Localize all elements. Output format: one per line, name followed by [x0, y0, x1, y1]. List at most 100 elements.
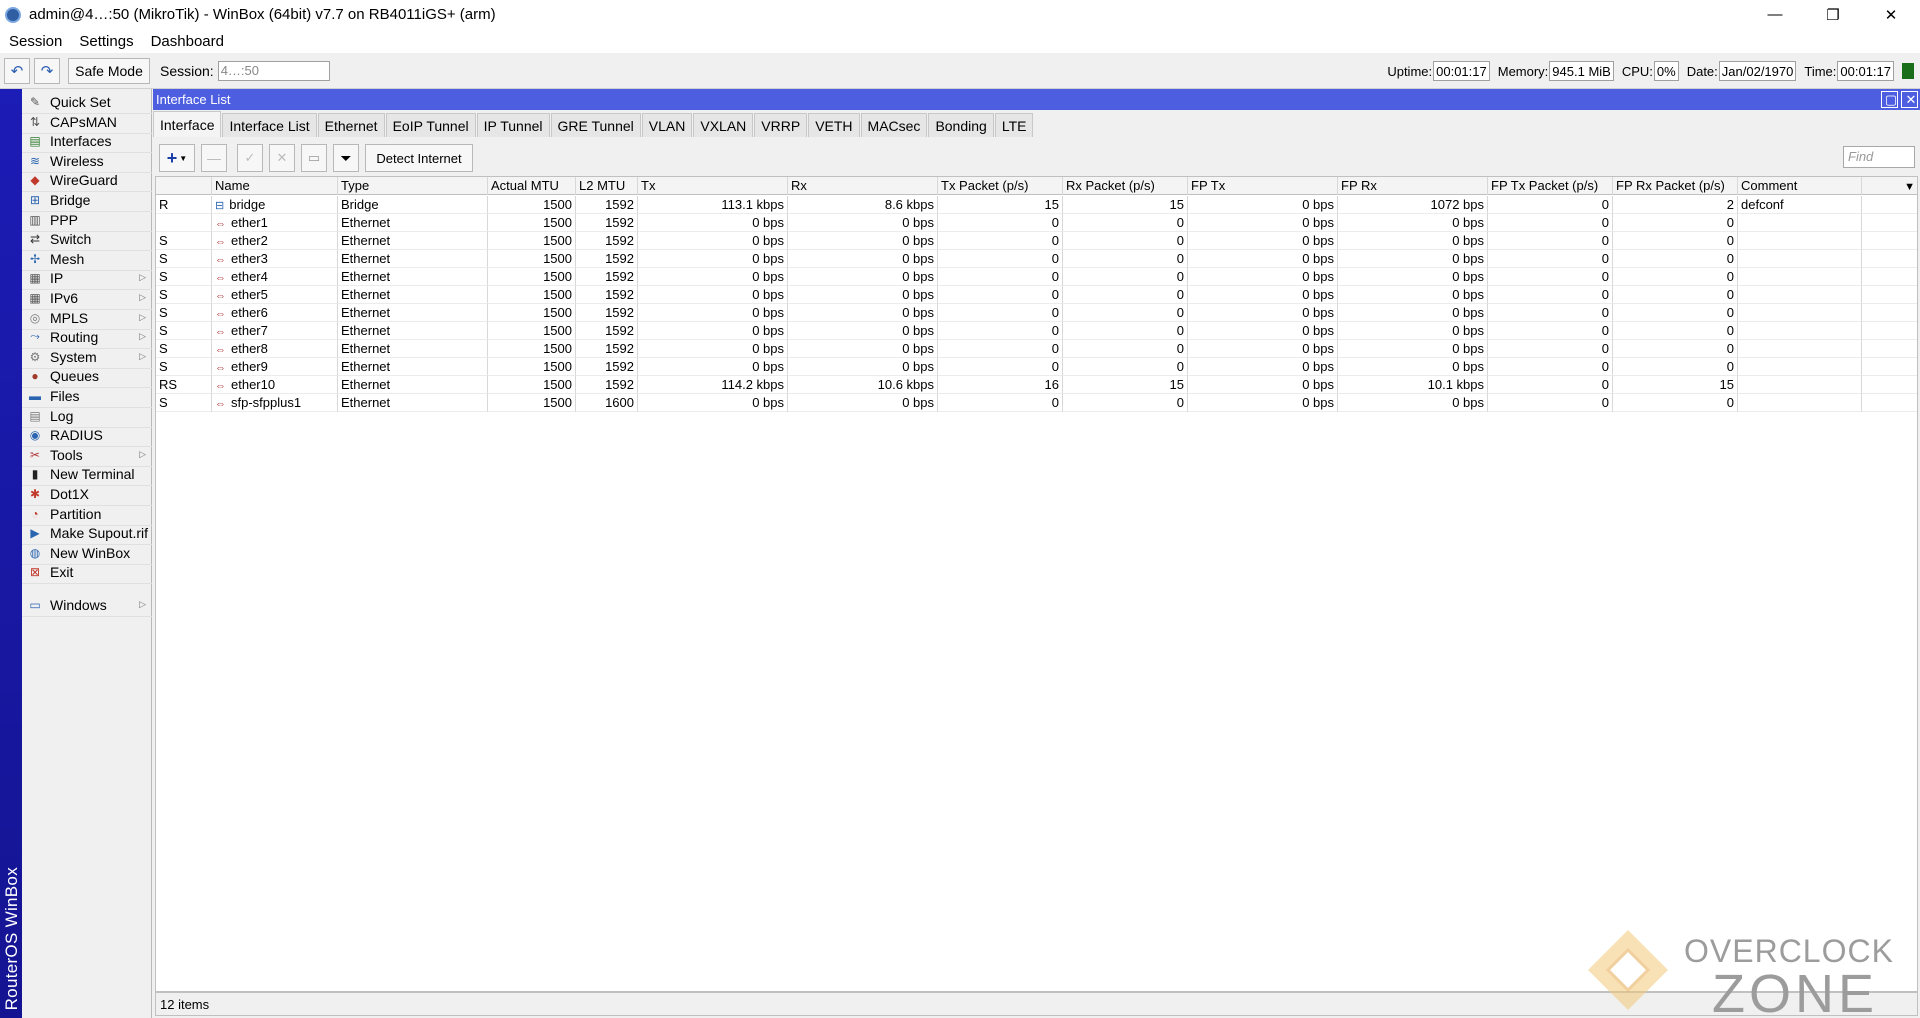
table-cell: 0 — [938, 250, 1063, 268]
column-header-fp-tx-packet-p-s[interactable]: FP Tx Packet (p/s) — [1488, 177, 1613, 195]
chevron-down-icon: ▼ — [1904, 181, 1915, 193]
close-window-button[interactable]: ✕ — [1901, 91, 1918, 108]
table-cell: 0 bps — [638, 340, 788, 358]
column-header-fp-tx[interactable]: FP Tx — [1188, 177, 1338, 195]
close-button[interactable]: ✕ — [1862, 0, 1920, 29]
table-row[interactable]: S ⇔ ether9 Ethernet 1500 1592 0 bps 0 bps 0 0 0 bp… — [156, 358, 1917, 376]
undo-icon: ↶ — [10, 62, 24, 80]
tab-ip-tunnel[interactable]: IP Tunnel — [476, 113, 550, 137]
sidebar-item-exit[interactable]: ⊠ Exit — [22, 560, 152, 584]
table-cell: 0 — [1488, 214, 1613, 232]
column-header-tx[interactable]: Tx — [638, 177, 788, 195]
table-cell: Ethernet — [338, 214, 488, 232]
comment-button[interactable]: ▭ — [301, 144, 327, 172]
safe-mode-button[interactable]: Safe Mode — [68, 57, 150, 84]
tab-vrrp[interactable]: VRRP — [754, 113, 808, 137]
interface-name: ether8 — [231, 341, 268, 356]
table-cell: S — [156, 286, 212, 304]
column-header-l2-mtu[interactable]: L2 MTU — [576, 177, 638, 195]
exit-icon: ⊠ — [29, 564, 41, 579]
table-cell: 1592 — [576, 322, 638, 340]
menu-settings[interactable]: Settings — [79, 33, 133, 50]
column-header-tx-packet-p-s[interactable]: Tx Packet (p/s) — [938, 177, 1063, 195]
sidebar-item-label: Files — [50, 387, 80, 404]
column-header-actual-mtu[interactable]: Actual MTU — [488, 177, 576, 195]
table-cell: 0 bps — [638, 358, 788, 376]
table-cell: 0 — [1488, 376, 1613, 394]
sidebar-item-label: Bridge — [50, 191, 91, 208]
menu-dashboard[interactable]: Dashboard — [151, 33, 224, 50]
uptime-label: Uptime: — [1387, 63, 1433, 79]
session-value[interactable]: 4…:50 — [217, 60, 330, 81]
table-cell: 0 — [1613, 286, 1738, 304]
column-header-rx[interactable]: Rx — [788, 177, 938, 195]
column-header-flags[interactable] — [156, 177, 212, 195]
table-row[interactable]: RS ⇔ ether10 Ethernet 1500 1592 114.2 kbps 10.6… — [156, 376, 1917, 394]
detect-internet-button[interactable]: Detect Internet — [365, 144, 473, 172]
table-cell: 0 — [1488, 394, 1613, 412]
tab-ethernet[interactable]: Ethernet — [317, 113, 385, 137]
table-row[interactable]: S ⇔ ether4 Ethernet 1500 1592 0 bps 0 bps 0 0 0 bp… — [156, 268, 1917, 286]
table-cell: 0 bps — [1188, 322, 1338, 340]
filter-button[interactable]: ⏷ — [333, 144, 359, 172]
undo-button[interactable]: ↶ — [4, 57, 30, 84]
interface-name: ether3 — [231, 251, 268, 266]
table-cell: 1592 — [576, 232, 638, 250]
tab-vlan[interactable]: VLAN — [641, 113, 693, 137]
tab-vxlan[interactable]: VXLAN — [693, 113, 754, 137]
table-row[interactable]: S ⇔ ether6 Ethernet 1500 1592 0 bps 0 bps 0 0 0 bp… — [156, 304, 1917, 322]
sidebar-item-label: WireGuard — [50, 171, 118, 188]
find-input[interactable]: Find — [1843, 146, 1915, 168]
column-header-type[interactable]: Type — [338, 177, 488, 195]
tab-bonding[interactable]: Bonding — [928, 113, 994, 137]
sidebar-item-label: CAPsMAN — [50, 113, 117, 130]
menu-session[interactable]: Session — [9, 33, 62, 50]
remove-button[interactable]: — — [201, 144, 227, 172]
table-cell: 0 — [1488, 250, 1613, 268]
column-header-comment[interactable]: Comment — [1738, 177, 1862, 195]
tab-gre-tunnel[interactable]: GRE Tunnel — [550, 113, 641, 137]
enable-button[interactable]: ✓ — [237, 144, 263, 172]
sidebar-item-windows[interactable]: ▭ Windows ▷ — [22, 593, 152, 617]
table-cell: 0 — [1063, 268, 1188, 286]
tab-interface-list[interactable]: Interface List — [222, 113, 317, 137]
table-cell: S — [156, 394, 212, 412]
redo-button[interactable]: ↷ — [34, 57, 60, 84]
tools-icon: ✂ — [29, 447, 41, 462]
minimize-button[interactable]: — — [1746, 0, 1804, 29]
column-header-rx-packet-p-s[interactable]: Rx Packet (p/s) — [1063, 177, 1188, 195]
table-cell: 114.2 kbps — [638, 376, 788, 394]
interface-name-cell: ⇔ ether7 — [212, 322, 338, 340]
table-cell: Bridge — [338, 196, 488, 214]
table-row[interactable]: S ⇔ ether8 Ethernet 1500 1592 0 bps 0 bps 0 0 0 bp… — [156, 340, 1917, 358]
add-button[interactable]: + ▼ — [159, 144, 195, 172]
columns-menu-button[interactable]: ▼ — [1862, 177, 1917, 195]
tab-macsec[interactable]: MACsec — [860, 113, 928, 137]
table-cell: 0 bps — [788, 322, 938, 340]
table-cell: S — [156, 358, 212, 376]
column-header-fp-rx-packet-p-s[interactable]: FP Rx Packet (p/s) — [1613, 177, 1738, 195]
column-header-name[interactable]: Name — [212, 177, 338, 195]
maximize-window-button[interactable]: ▢ — [1881, 91, 1898, 108]
disable-button[interactable]: ✕ — [269, 144, 295, 172]
submenu-arrow-icon: ▷ — [139, 331, 146, 341]
table-cell-filler — [1862, 340, 1917, 358]
tab-interface[interactable]: Interface — [153, 111, 222, 137]
table-row[interactable]: S ⇔ ether7 Ethernet 1500 1592 0 bps 0 bps 0 0 0 bp… — [156, 322, 1917, 340]
table-cell: 0 bps — [1338, 268, 1488, 286]
table-row[interactable]: S ⇔ ether2 Ethernet 1500 1592 0 bps 0 bps 0 0 0 bp… — [156, 232, 1917, 250]
column-header-fp-rx[interactable]: FP Rx — [1338, 177, 1488, 195]
restore-button[interactable]: ❐ — [1804, 0, 1862, 29]
queues-icon: ● — [31, 368, 39, 383]
tab-eoip-tunnel[interactable]: EoIP Tunnel — [385, 113, 476, 137]
tab-lte[interactable]: LTE — [994, 113, 1034, 137]
table-row[interactable]: ⇔ ether1 Ethernet 1500 1592 0 bps 0 bps 0 0 0 bps… — [156, 214, 1917, 232]
tab-veth[interactable]: VETH — [808, 113, 860, 137]
table-cell: 1500 — [488, 286, 576, 304]
table-row[interactable]: R ⊟ bridge Bridge 1500 1592 113.1 kbps 8.6 kbps… — [156, 196, 1917, 214]
table-cell: 0 — [1488, 232, 1613, 250]
supout-icon: ▶ — [30, 525, 40, 540]
table-row[interactable]: S ⇔ sfp-sfpplus1 Ethernet 1500 1600 0 bps 0 bps… — [156, 394, 1917, 412]
table-row[interactable]: S ⇔ ether3 Ethernet 1500 1592 0 bps 0 bps 0 0 0 bp… — [156, 250, 1917, 268]
table-row[interactable]: S ⇔ ether5 Ethernet 1500 1592 0 bps 0 bps 0 0 0 bp… — [156, 286, 1917, 304]
